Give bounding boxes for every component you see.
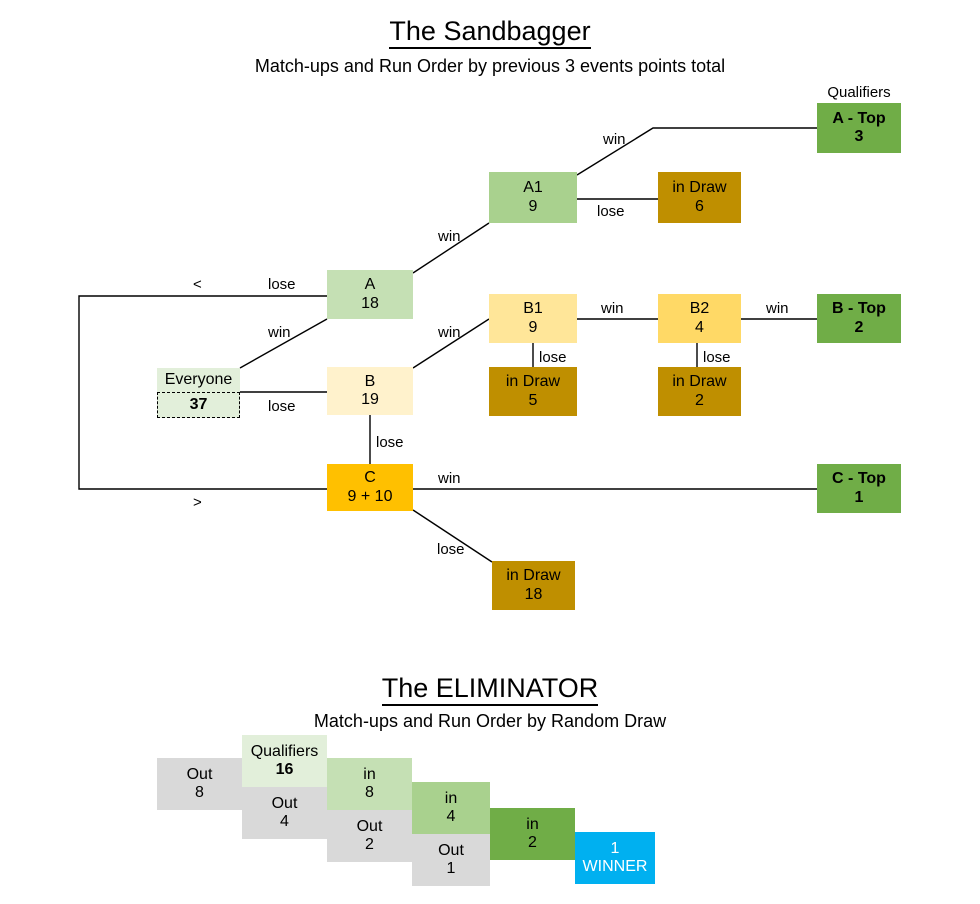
eliminator-title: The ELIMINATOR: [0, 673, 980, 706]
eliminator-step-in-8-value: 8: [365, 784, 374, 801]
node-a1-value: 9: [528, 197, 538, 215]
node-b1-label: B1: [523, 300, 543, 318]
node-draw-a1-value: 6: [695, 197, 704, 215]
node-b1[interactable]: B1 9: [489, 294, 577, 343]
loop-marker-lower: >: [193, 494, 202, 511]
node-draw-c[interactable]: in Draw 18: [492, 561, 575, 610]
eliminator-step-in-2-label: in: [526, 815, 539, 833]
sandbagger-title: The Sandbagger: [0, 16, 980, 49]
node-a1[interactable]: A1 9: [489, 172, 577, 223]
eliminator-winner[interactable]: 1 WINNER: [575, 832, 655, 884]
eliminator-step-out-4[interactable]: Out 4: [242, 787, 327, 839]
eliminator-qualifiers-value: 16: [275, 761, 294, 778]
eliminator-step-in-8-label: in: [363, 765, 376, 783]
eliminator-winner-label: 1: [610, 839, 620, 857]
eliminator-step-out-2-label: Out: [356, 817, 383, 835]
eliminator-qualifiers-label: Qualifiers: [250, 742, 319, 760]
node-top-c-label: C - Top: [832, 470, 886, 488]
edge-label-a-a1: win: [438, 228, 461, 245]
node-a1-label: A1: [523, 179, 543, 197]
eliminator-step-out-1-label: Out: [438, 841, 464, 859]
node-draw-b1[interactable]: in Draw 5: [489, 367, 577, 416]
node-a-value: 18: [361, 294, 379, 312]
edge-label-b2-draw: lose: [703, 349, 731, 366]
node-top-b[interactable]: B - Top 2: [817, 294, 901, 343]
node-everyone-label: Everyone: [157, 368, 240, 392]
node-draw-b2-label: in Draw: [672, 373, 727, 391]
node-a[interactable]: A 18: [327, 270, 413, 319]
node-everyone-value: 37: [157, 392, 240, 418]
node-draw-a1[interactable]: in Draw 6: [658, 172, 741, 223]
node-top-c-value: 1: [854, 488, 864, 506]
eliminator-title-text: The ELIMINATOR: [381, 673, 599, 706]
node-b2-value: 4: [695, 318, 704, 336]
eliminator-step-in-8[interactable]: in 8: [327, 758, 412, 810]
node-everyone[interactable]: Everyone 37: [157, 368, 240, 418]
node-c[interactable]: C 9 + 10: [327, 464, 413, 511]
eliminator-step-out-1[interactable]: Out 1: [412, 834, 490, 886]
node-draw-a1-label: in Draw: [672, 179, 727, 197]
eliminator-step-out-2-value: 2: [365, 836, 374, 853]
node-b2[interactable]: B2 4: [658, 294, 741, 343]
edge-label-a1-topa: win: [603, 131, 626, 148]
diagram-canvas: The Sandbagger Match-ups and Run Order b…: [0, 0, 980, 904]
node-b[interactable]: B 19: [327, 367, 413, 415]
node-draw-b1-label: in Draw: [505, 373, 561, 391]
edge-label-c-draw: lose: [437, 541, 465, 558]
node-draw-c-label: in Draw: [506, 567, 561, 585]
node-top-a[interactable]: A - Top 3: [817, 103, 901, 153]
eliminator-step-in-2-value: 2: [528, 834, 537, 851]
eliminator-step-in-2[interactable]: in 2: [490, 808, 575, 860]
node-top-b-value: 2: [854, 318, 864, 336]
eliminator-step-in-4-value: 4: [446, 808, 456, 825]
eliminator-step-out-1-value: 1: [446, 860, 456, 877]
edge-label-c-topc: win: [438, 470, 461, 487]
node-top-c[interactable]: C - Top 1: [817, 464, 901, 513]
edge-label-a-loop: lose: [268, 276, 296, 293]
node-top-b-label: B - Top: [832, 300, 886, 318]
eliminator-step-out-8-label: Out: [186, 765, 213, 783]
node-a-label: A: [364, 276, 376, 294]
node-c-label: C: [364, 469, 376, 487]
node-draw-b2-value: 2: [695, 391, 704, 409]
sandbagger-title-text: The Sandbagger: [389, 16, 591, 49]
node-b2-label: B2: [689, 300, 710, 318]
eliminator-step-out-2[interactable]: Out 2: [327, 810, 412, 862]
edge-label-b1-b2: win: [601, 300, 624, 317]
eliminator-step-in-4-label: in: [444, 789, 458, 807]
edge-label-a1-draw: lose: [597, 203, 625, 220]
node-draw-b1-value: 5: [528, 391, 538, 409]
eliminator-winner-value: WINNER: [582, 858, 648, 875]
node-b-value: 19: [361, 391, 379, 408]
loop-marker-upper: <: [193, 276, 202, 293]
sandbagger-subtitle: Match-ups and Run Order by previous 3 ev…: [254, 56, 726, 76]
edge-label-everyone-a: win: [268, 324, 291, 341]
node-top-a-label: A - Top: [832, 109, 886, 127]
eliminator-step-out-4-label: Out: [271, 794, 298, 812]
eliminator-step-out-8[interactable]: Out 8: [157, 758, 242, 810]
eliminator-subtitle: Match-ups and Run Order by Random Draw: [313, 711, 667, 731]
node-draw-b2[interactable]: in Draw 2: [658, 367, 741, 416]
qualifiers-caption: Qualifiers: [827, 84, 891, 101]
eliminator-step-out-4-value: 4: [280, 813, 289, 830]
node-top-a-value: 3: [854, 128, 864, 145]
node-b1-value: 9: [528, 318, 538, 336]
edge-label-b-c: lose: [376, 434, 404, 451]
node-b-label: B: [364, 372, 376, 390]
node-draw-c-value: 18: [524, 585, 543, 603]
edge-label-b-b1: win: [438, 324, 461, 341]
eliminator-step-out-8-value: 8: [195, 784, 204, 801]
edge-label-b2-topb: win: [766, 300, 789, 317]
eliminator-qualifiers[interactable]: Qualifiers 16: [242, 735, 327, 787]
edge-label-b1-draw: lose: [539, 349, 567, 366]
eliminator-step-in-4[interactable]: in 4: [412, 782, 490, 834]
node-c-value: 9 + 10: [347, 487, 393, 505]
edge-label-everyone-b: lose: [268, 398, 296, 415]
